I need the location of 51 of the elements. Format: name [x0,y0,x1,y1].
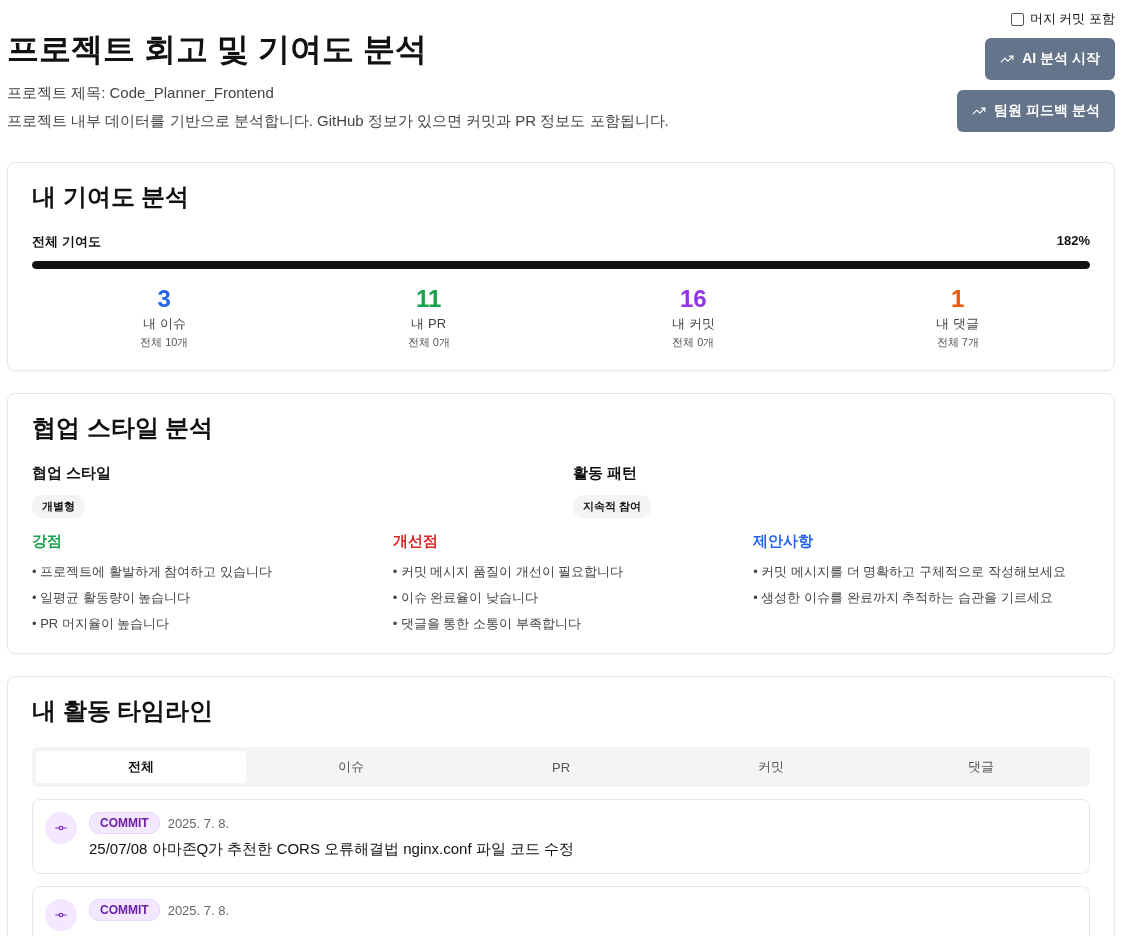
card-title: 내 활동 타임라인 [32,696,215,726]
overall-label: 전체 기여도 [32,233,101,251]
stat-label: 내 커밋 [671,315,715,333]
stat-total: 전체 0개 [407,335,450,350]
list-item: • 댓글을 통한 소통이 부족합니다 [392,615,582,633]
type-badge: COMMIT [89,812,160,834]
filter-tab[interactable]: 전체 [36,751,246,783]
overall-value: 182% [1056,233,1090,250]
list-item: • 커밋 메시지 품질이 개선이 필요합니다 [392,563,625,581]
checkbox-label: 머지 커밋 포함 [1029,10,1115,28]
stat-label: 내 PR [411,315,447,333]
stat-value: 11 [416,285,442,313]
analysis-button[interactable]: AI 분석 시작 [985,38,1115,80]
filter-tab[interactable]: 댓글 [876,751,1086,783]
entry-message: 25/07/08 아마존Q가 추천한 CORS 오류해결법 nginx.conf 파일 코드 수정 [89,840,575,859]
card-title: 내 기여도 분석 [32,182,191,212]
list-item: • 이슈 완료율이 낮습니다 [392,589,540,607]
filter-tab[interactable]: PR [456,751,666,783]
description: 프로젝트 내부 데이터를 기반으로 분석합니다. GitHub 정보가 있으면 커밋과 PR 정보도 포함됩니다. [7,112,669,131]
section-title: 활동 패턴 [573,464,639,483]
type-badge: COMMIT [89,899,160,921]
column-title: 제안사항 [753,532,815,551]
stat-total: 전체 7개 [936,335,979,350]
stat-value: 1 [951,285,965,313]
entry-date: 2025. 7. 8. [167,815,230,831]
list-item: • 프로젝트에 활발하게 참여하고 있습니다 [32,563,273,581]
project-name: 프로젝트 제목: Code_Planner_Frontend [7,84,275,103]
commit-icon [45,899,77,931]
merge-checkbox[interactable] [1010,12,1024,26]
card-title: 협업 스타일 분석 [32,413,215,443]
style-tag: 개별형 [32,495,85,518]
entry-date: 2025. 7. 8. [167,902,230,918]
list-item: • 커밋 메시지를 더 명확하고 구체적으로 작성해보세요 [753,563,1067,581]
page-title: 프로젝트 회고 및 기여도 분석 [7,30,428,69]
commit-icon [45,812,77,844]
stat-total: 전체 0개 [672,335,715,350]
stat-value: 16 [679,285,707,313]
section-title: 협업 스타일 [32,464,113,483]
stat-value: 3 [157,285,171,313]
list-item: • 일평균 활동량이 높습니다 [32,589,192,607]
filter-tab[interactable]: 커밋 [666,751,876,783]
list-item: • PR 머지율이 높습니다 [32,615,171,633]
stat-label: 내 댓글 [936,315,980,333]
filter-tab[interactable]: 이슈 [246,751,456,783]
column-title: 개선점 [392,532,439,551]
analysis-button[interactable]: 팀원 피드백 분석 [957,90,1115,132]
list-item: • 생성한 이슈를 완료까지 추적하는 습관을 기르세요 [753,589,1054,607]
column-title: 강점 [32,532,63,551]
stat-label: 내 이슈 [142,315,186,333]
stat-total: 전체 10개 [140,335,189,350]
style-tag: 지속적 참여 [573,495,652,518]
